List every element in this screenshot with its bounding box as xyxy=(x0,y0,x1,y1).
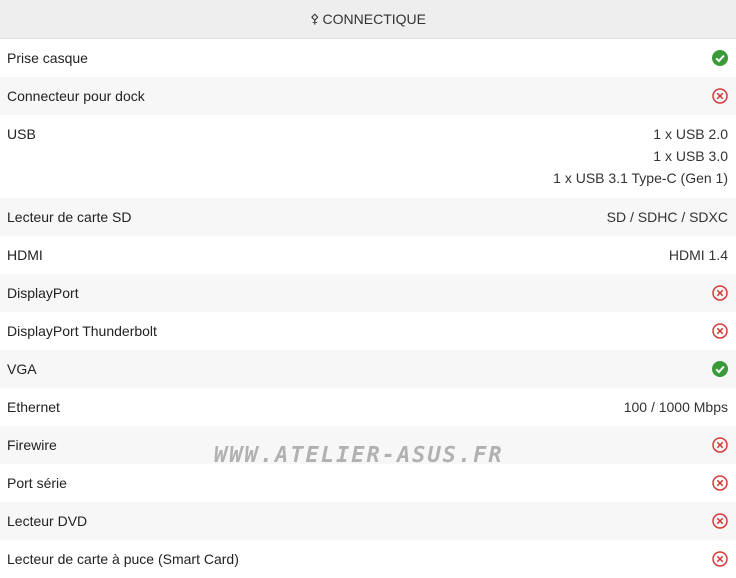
cross-icon xyxy=(712,437,728,453)
spec-label: DisplayPort xyxy=(7,285,79,301)
spec-label: DisplayPort Thunderbolt xyxy=(7,323,157,339)
cross-icon xyxy=(712,323,728,339)
spec-row-hdmi: HDMI HDMI 1.4 xyxy=(0,236,736,274)
spec-label: Prise casque xyxy=(7,50,88,66)
spec-row-dvd: Lecteur DVD xyxy=(0,502,736,540)
spec-row-displayport: DisplayPort xyxy=(0,274,736,312)
spec-row-thunderbolt: DisplayPort Thunderbolt xyxy=(0,312,736,350)
spec-row-ethernet: Ethernet 100 / 1000 Mbps xyxy=(0,388,736,426)
usb-icon: ⚴ xyxy=(310,11,320,26)
spec-label: Lecteur de carte SD xyxy=(7,209,132,225)
spec-value: 1 x USB 3.0 xyxy=(653,148,728,164)
spec-label: Lecteur DVD xyxy=(7,513,88,529)
spec-value: 1 x USB 2.0 xyxy=(653,126,728,142)
spec-label: Ethernet xyxy=(7,399,60,415)
spec-label: HDMI xyxy=(7,247,43,263)
spec-value: 100 / 1000 Mbps xyxy=(623,399,728,415)
spec-row-serial: Port série xyxy=(0,464,736,502)
spec-label: Firewire xyxy=(7,437,57,453)
spec-label: VGA xyxy=(7,361,37,377)
spec-row-dock: Connecteur pour dock xyxy=(0,77,736,115)
cross-icon xyxy=(712,513,728,529)
cross-icon xyxy=(712,88,728,104)
spec-row-vga: VGA xyxy=(0,350,736,388)
spec-value: SD / SDHC / SDXC xyxy=(606,209,728,225)
specs-table: Prise casque Connecteur pour dock USB 1 … xyxy=(0,39,736,578)
cross-icon xyxy=(712,551,728,567)
check-icon xyxy=(712,361,728,377)
check-icon xyxy=(712,50,728,66)
spec-row-usb: USB 1 x USB 2.0 1 x USB 3.0 1 x USB 3.1 … xyxy=(0,115,736,198)
spec-value: HDMI 1.4 xyxy=(668,247,728,263)
spec-row-sd: Lecteur de carte SD SD / SDHC / SDXC xyxy=(0,198,736,236)
spec-row-firewire: Firewire xyxy=(0,426,736,464)
cross-icon xyxy=(712,285,728,301)
spec-row-headphone: Prise casque xyxy=(0,39,736,77)
spec-row-smartcard: Lecteur de carte à puce (Smart Card) xyxy=(0,540,736,578)
section-header: ⚴ CONNECTIQUE xyxy=(0,0,736,39)
spec-label: USB xyxy=(7,126,36,142)
spec-label: Lecteur de carte à puce (Smart Card) xyxy=(7,551,239,567)
spec-value: 1 x USB 3.1 Type-C (Gen 1) xyxy=(553,170,728,186)
section-title: CONNECTIQUE xyxy=(322,11,426,27)
spec-label: Port série xyxy=(7,475,67,491)
cross-icon xyxy=(712,475,728,491)
spec-value-list: 1 x USB 2.0 1 x USB 3.0 1 x USB 3.1 Type… xyxy=(553,123,728,189)
spec-label: Connecteur pour dock xyxy=(7,88,145,104)
